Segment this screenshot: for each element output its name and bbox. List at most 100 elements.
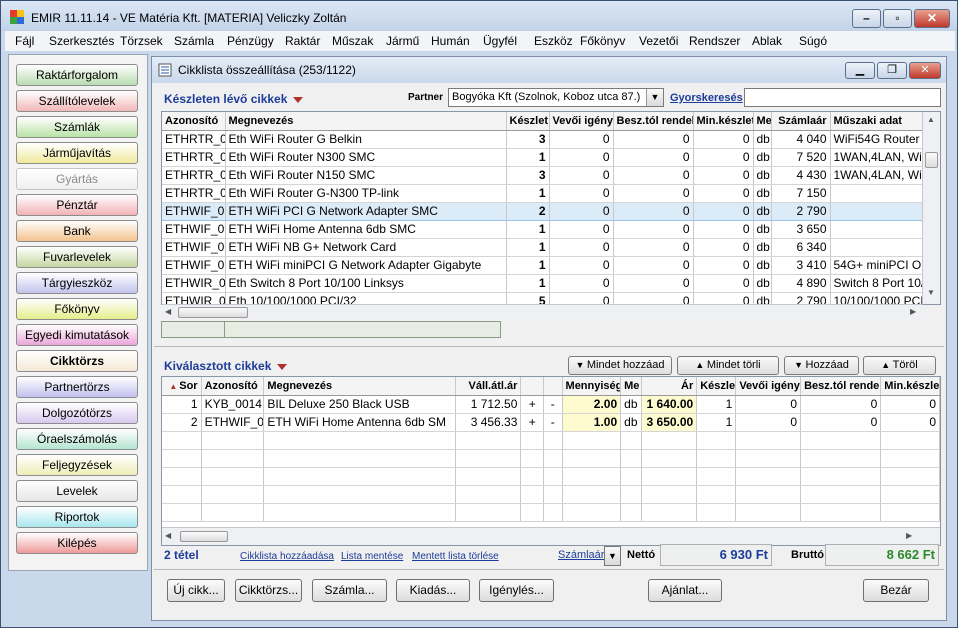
menu-item-12[interactable]: Főkönyv (580, 34, 625, 48)
stock-col-header[interactable]: Műszaki adat (830, 112, 923, 131)
stock-col-header[interactable]: Számlaár (771, 112, 831, 131)
minimize-button[interactable]: – (852, 9, 881, 28)
scroll-up-icon[interactable]: ▲ (927, 115, 935, 124)
menu-item-11[interactable]: Eszköz (534, 34, 573, 48)
price-type-link[interactable]: Számlaár (558, 549, 604, 561)
add-list-link[interactable]: Cikklista hozzáadása (240, 551, 334, 562)
nav-button-18[interactable]: Riportok (16, 506, 138, 528)
nav-button-4[interactable]: Járműjavítás (16, 142, 138, 164)
menu-item-8[interactable]: Jármű (386, 34, 419, 48)
scroll-down-icon[interactable]: ▼ (927, 288, 935, 297)
nav-button-7[interactable]: Bank (16, 220, 138, 242)
menu-item-9[interactable]: Humán (431, 34, 470, 48)
selected-col-header[interactable]: Besz.tól rendelt (800, 377, 882, 396)
table-row[interactable]: ETHRTR_0 Eth WiFi Router N150 SMC 3 0 0 0 db 4 … (162, 166, 923, 185)
partner-select[interactable]: Bogyóka Kft (Szolnok, Koboz utca 87.) ▼ (448, 88, 664, 107)
table-row[interactable]: ETHWIR_0 Eth Switch 8 Port 10/100 Linksys… (162, 274, 923, 293)
table-row[interactable]: ETHRTR_0 Eth WiFi Router N300 SMC 1 0 0 0 db 7 … (162, 148, 923, 167)
nav-button-10[interactable]: Főkönyv (16, 298, 138, 320)
quote-button[interactable]: Ajánlat... (648, 579, 722, 602)
inner-minimize-button[interactable]: ▁ (845, 62, 875, 79)
nav-button-9[interactable]: Tárgyieszköz (16, 272, 138, 294)
selected-col-header[interactable]: Ár (641, 377, 698, 396)
selected-col-header[interactable] (543, 377, 563, 396)
selected-col-header[interactable]: Min.készlet (880, 377, 940, 396)
table-row[interactable]: ETHWIF_0 ETH WiFi PCI G Network Adapter S… (162, 201, 923, 221)
scroll-thumb[interactable] (925, 152, 938, 168)
selected-col-header[interactable]: Me (620, 377, 642, 396)
remove-button[interactable]: ▲ Töröl (863, 356, 936, 375)
scroll-right-icon[interactable]: ▶ (906, 531, 912, 540)
maximize-button[interactable]: ▫ (883, 9, 912, 28)
nav-button-16[interactable]: Feljegyzések (16, 454, 138, 476)
inner-restore-button[interactable]: ❐ (877, 62, 907, 79)
nav-button-15[interactable]: Óraelszámolás (16, 428, 138, 450)
save-list-link[interactable]: Lista mentése (341, 551, 403, 562)
close-button[interactable]: ✕ (914, 9, 950, 28)
table-row[interactable]: ETHWIF_0 ETH WiFi miniPCI G Network Adapt… (162, 256, 923, 275)
nav-button-13[interactable]: Partnertörzs (16, 376, 138, 398)
stock-col-header[interactable]: Készlet (506, 112, 550, 131)
menu-item-10[interactable]: Ügyfél (483, 34, 517, 48)
selected-col-header[interactable]: ▲ Sor (162, 377, 202, 396)
menu-item-15[interactable]: Ablak (752, 34, 782, 48)
item-master-button[interactable]: Cikktörzs... (235, 579, 302, 602)
invoice-button[interactable]: Számla... (312, 579, 387, 602)
stock-col-header[interactable]: Vevői igény (549, 112, 614, 131)
stock-col-header[interactable]: Me (753, 112, 772, 131)
table-row[interactable]: 2 ETHWIF_0 ETH WiFi Home Antenna 6db SM 3 4… (162, 413, 940, 432)
selected-col-header[interactable]: Vevői igény (735, 377, 802, 396)
remove-all-button[interactable]: ▲ Mindet törli (677, 356, 779, 375)
delete-saved-list-link[interactable]: Mentett lista törlése (412, 551, 499, 562)
nav-button-2[interactable]: Szállítólevelek (16, 90, 138, 112)
decrease-button[interactable]: - (543, 413, 563, 432)
selected-col-header[interactable]: Megnevezés (263, 377, 456, 396)
decrease-button[interactable]: - (543, 395, 563, 414)
stock-section-label[interactable]: Készleten lévő cikkek (164, 92, 304, 106)
issue-button[interactable]: Kiadás... (396, 579, 470, 602)
nav-button-17[interactable]: Levelek (16, 480, 138, 502)
increase-button[interactable]: + (520, 413, 545, 432)
table-row[interactable]: ETHWIF_0 ETH WiFi Home Antenna 6db SMC 1 0 0… (162, 220, 923, 239)
menu-item-3[interactable]: Törzsek (120, 34, 163, 48)
nav-button-3[interactable]: Számlák (16, 116, 138, 138)
stock-col-header[interactable]: Besz.tól rendelt (613, 112, 694, 131)
nav-button-1[interactable]: Raktárforgalom (16, 64, 138, 86)
h-scroll-thumb[interactable] (178, 307, 248, 318)
chevron-down-icon[interactable]: ▼ (646, 89, 663, 106)
close-window-button[interactable]: Bezár (863, 579, 929, 602)
selected-col-header[interactable]: Készlet (696, 377, 737, 396)
quick-search-link[interactable]: Gyorskeresés (670, 92, 743, 104)
request-button[interactable]: Igénylés... (479, 579, 554, 602)
scroll-right-icon[interactable]: ▶ (910, 307, 916, 316)
selected-section-label[interactable]: Kiválasztott cikkek (164, 359, 288, 373)
menu-item-4[interactable]: Számla (174, 34, 214, 48)
stock-vertical-scrollbar[interactable]: ▲ ▼ (922, 112, 940, 304)
nav-button-8[interactable]: Fuvarlevelek (16, 246, 138, 268)
menu-item-16[interactable]: Súgó (799, 34, 827, 48)
menu-item-13[interactable]: Vezetői (639, 34, 678, 48)
selected-col-header[interactable] (520, 377, 545, 396)
h-scroll-thumb[interactable] (180, 531, 228, 542)
stock-horizontal-scrollbar[interactable]: ◀ ▶ (162, 304, 922, 320)
table-row[interactable]: 1 KYB_0014 BIL Deluxe 250 Black USB 1 712.5… (162, 395, 940, 414)
scroll-left-icon[interactable]: ◀ (165, 307, 171, 316)
table-row[interactable]: ETHRTR_0 Eth WiFi Router G Belkin 3 0 0 0 db 4 … (162, 130, 923, 149)
menu-item-7[interactable]: Műszak (332, 34, 373, 48)
nav-button-6[interactable]: Pénztár (16, 194, 138, 216)
inner-close-button[interactable]: ✕ (909, 62, 941, 79)
quick-search-input[interactable] (744, 88, 941, 107)
scroll-left-icon[interactable]: ◀ (165, 531, 171, 540)
stock-col-header[interactable]: Megnevezés (225, 112, 507, 131)
add-button[interactable]: ▼ Hozzáad (784, 356, 859, 375)
stock-col-header[interactable]: Min.készlet (693, 112, 754, 131)
add-all-button[interactable]: ▼ Mindet hozzáad (568, 356, 672, 375)
nav-button-19[interactable]: Kilépés (16, 532, 138, 554)
new-item-button[interactable]: Új cikk... (167, 579, 225, 602)
nav-button-14[interactable]: Dolgozótörzs (16, 402, 138, 424)
nav-button-11[interactable]: Egyedi kimutatások (16, 324, 138, 346)
nav-button-12[interactable]: Cikktörzs (16, 350, 138, 372)
stock-col-header[interactable]: Azonosító (162, 112, 226, 131)
table-row[interactable]: ETHRTR_0 Eth WiFi Router G-N300 TP-link 1 0… (162, 184, 923, 203)
chevron-down-icon[interactable]: ▼ (604, 546, 621, 566)
